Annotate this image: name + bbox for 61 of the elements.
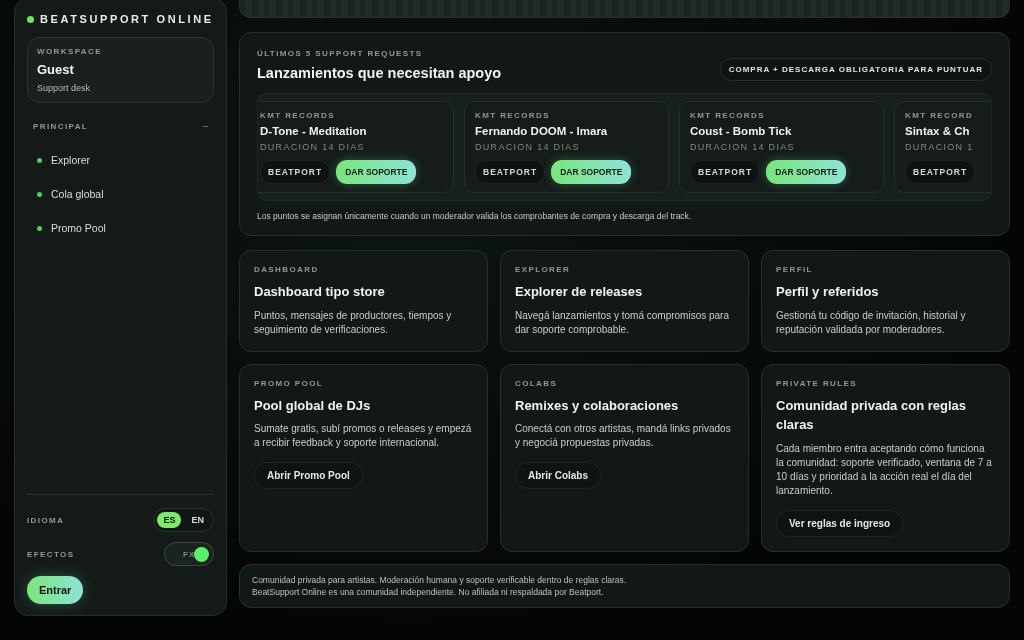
card-title: Dashboard tipo store bbox=[254, 283, 385, 301]
card-description: Gestioná tu código de invitación, historial y reputación validada por moderadores. bbox=[776, 308, 967, 337]
card-button[interactable]: Ver reglas de ingreso bbox=[776, 509, 904, 537]
store-button[interactable]: BEATPORT bbox=[905, 160, 976, 184]
card-eyebrow: PRIVATE RULES bbox=[776, 378, 858, 388]
duration-text: DURACION 1 bbox=[905, 142, 975, 152]
card-title: Comunidad privada con reglas claras bbox=[776, 396, 967, 434]
duration-text: DURACION 14 DIAS bbox=[475, 142, 581, 152]
sidebar-item[interactable]: Cola global bbox=[27, 177, 214, 211]
card-eyebrow: DASHBOARD bbox=[254, 265, 319, 274]
card-description: Navegá lanzamientos y tomá compromisos para dar soporte comprobable. bbox=[515, 308, 730, 337]
support-button[interactable]: DAR SOPORTE bbox=[336, 160, 417, 184]
store-button[interactable]: BEATPORT bbox=[475, 160, 546, 184]
card-description: Conectá con otros artistas, mandá links privados y negociá propuestas privadas. bbox=[515, 422, 732, 450]
effects-toggle[interactable]: FX bbox=[164, 542, 214, 566]
language-label: IDIOMA bbox=[27, 515, 65, 525]
rule-badge: COMPRA + DESCARGA OBLIGATORIA PARA PUNTUAR bbox=[719, 58, 992, 81]
sidebar-item[interactable]: Explorer bbox=[27, 143, 214, 177]
release-title: Coust - Bomb Tick bbox=[690, 125, 793, 137]
card-eyebrow: PERFIL bbox=[776, 265, 813, 274]
label-name: KMT RECORDS bbox=[475, 111, 551, 120]
section-title: Lanzamientos que necesitan apoyo bbox=[257, 65, 502, 81]
card-eyebrow: COLABS bbox=[515, 378, 558, 388]
duration-text: DURACION 14 DIAS bbox=[260, 142, 366, 152]
release-title: Fernando DOOM - Imara bbox=[475, 125, 609, 137]
section-eyebrow: ÚLTIMOS 5 SUPPORT REQUESTS bbox=[257, 49, 424, 58]
card-title: Explorer de releases bbox=[515, 283, 643, 301]
effects-label: EFECTOS bbox=[27, 549, 75, 559]
release-title: D-Tone - Meditation bbox=[260, 125, 368, 137]
workspace-name: Guest bbox=[37, 62, 75, 77]
release-title: Sintax & Ch bbox=[905, 125, 971, 137]
workspace-role: Support desk bbox=[37, 83, 92, 93]
nav-section-title: PRINCIPAL bbox=[33, 121, 89, 131]
card-description: Cada miembro entra aceptando cómo funciona la comunidad: soporte verificado, ventana de 7 a 10 días y prioridad a la acción real el día del lanzamiento. bbox=[776, 441, 993, 498]
login-button[interactable]: Entrar bbox=[27, 576, 84, 604]
card-eyebrow: PROMO POOL bbox=[254, 378, 324, 388]
points-note: Los puntos se asignan únicamente cuando un moderador valida los comprobantes de compra y descarga del track. bbox=[257, 211, 693, 221]
language-option[interactable]: ES bbox=[157, 512, 182, 528]
card-eyebrow: EXPLORER bbox=[515, 265, 571, 274]
support-button[interactable]: DAR SOPORTE bbox=[551, 160, 632, 184]
language-option[interactable]: EN bbox=[185, 512, 210, 528]
duration-text: DURACION 14 DIAS bbox=[690, 142, 796, 152]
workspace-label: WORKSPACE bbox=[37, 47, 103, 56]
store-button[interactable]: BEATPORT bbox=[690, 160, 761, 184]
card-description: Sumate gratis, subí promos o releases y empezá a recibir feedback y soporte internacional. bbox=[254, 422, 473, 450]
store-button[interactable]: BEATPORT bbox=[260, 160, 331, 184]
card-title: Perfil y referidos bbox=[776, 283, 879, 301]
support-button[interactable]: DAR SOPORTE bbox=[766, 160, 847, 184]
footer-text: Comunidad privada para artistas. Moderación humana y soporte verificable dentro de reglas claras. bbox=[252, 574, 628, 585]
card-title: Pool global de DJs bbox=[254, 396, 371, 415]
label-name: KMT RECORDS bbox=[260, 111, 336, 120]
collapse-toggle[interactable]: – bbox=[203, 121, 208, 131]
card-description: Puntos, mensajes de productores, tiempos y seguimiento de verificaciones. bbox=[254, 308, 453, 337]
sidebar-item[interactable]: Promo Pool bbox=[27, 211, 214, 245]
card-button[interactable]: Abrir Colabs bbox=[515, 462, 601, 489]
card-button[interactable]: Abrir Promo Pool bbox=[254, 462, 363, 489]
label-name: KMT RECORD bbox=[905, 111, 975, 120]
card-title: Remixes y colaboraciones bbox=[515, 396, 679, 415]
footer-text: BeatSupport Online es una comunidad independiente. No afiliada ni respaldada por Beatport. bbox=[252, 586, 605, 597]
label-name: KMT RECORDS bbox=[690, 111, 766, 120]
brand-name: BEATSUPPORT ONLINE bbox=[40, 13, 214, 25]
